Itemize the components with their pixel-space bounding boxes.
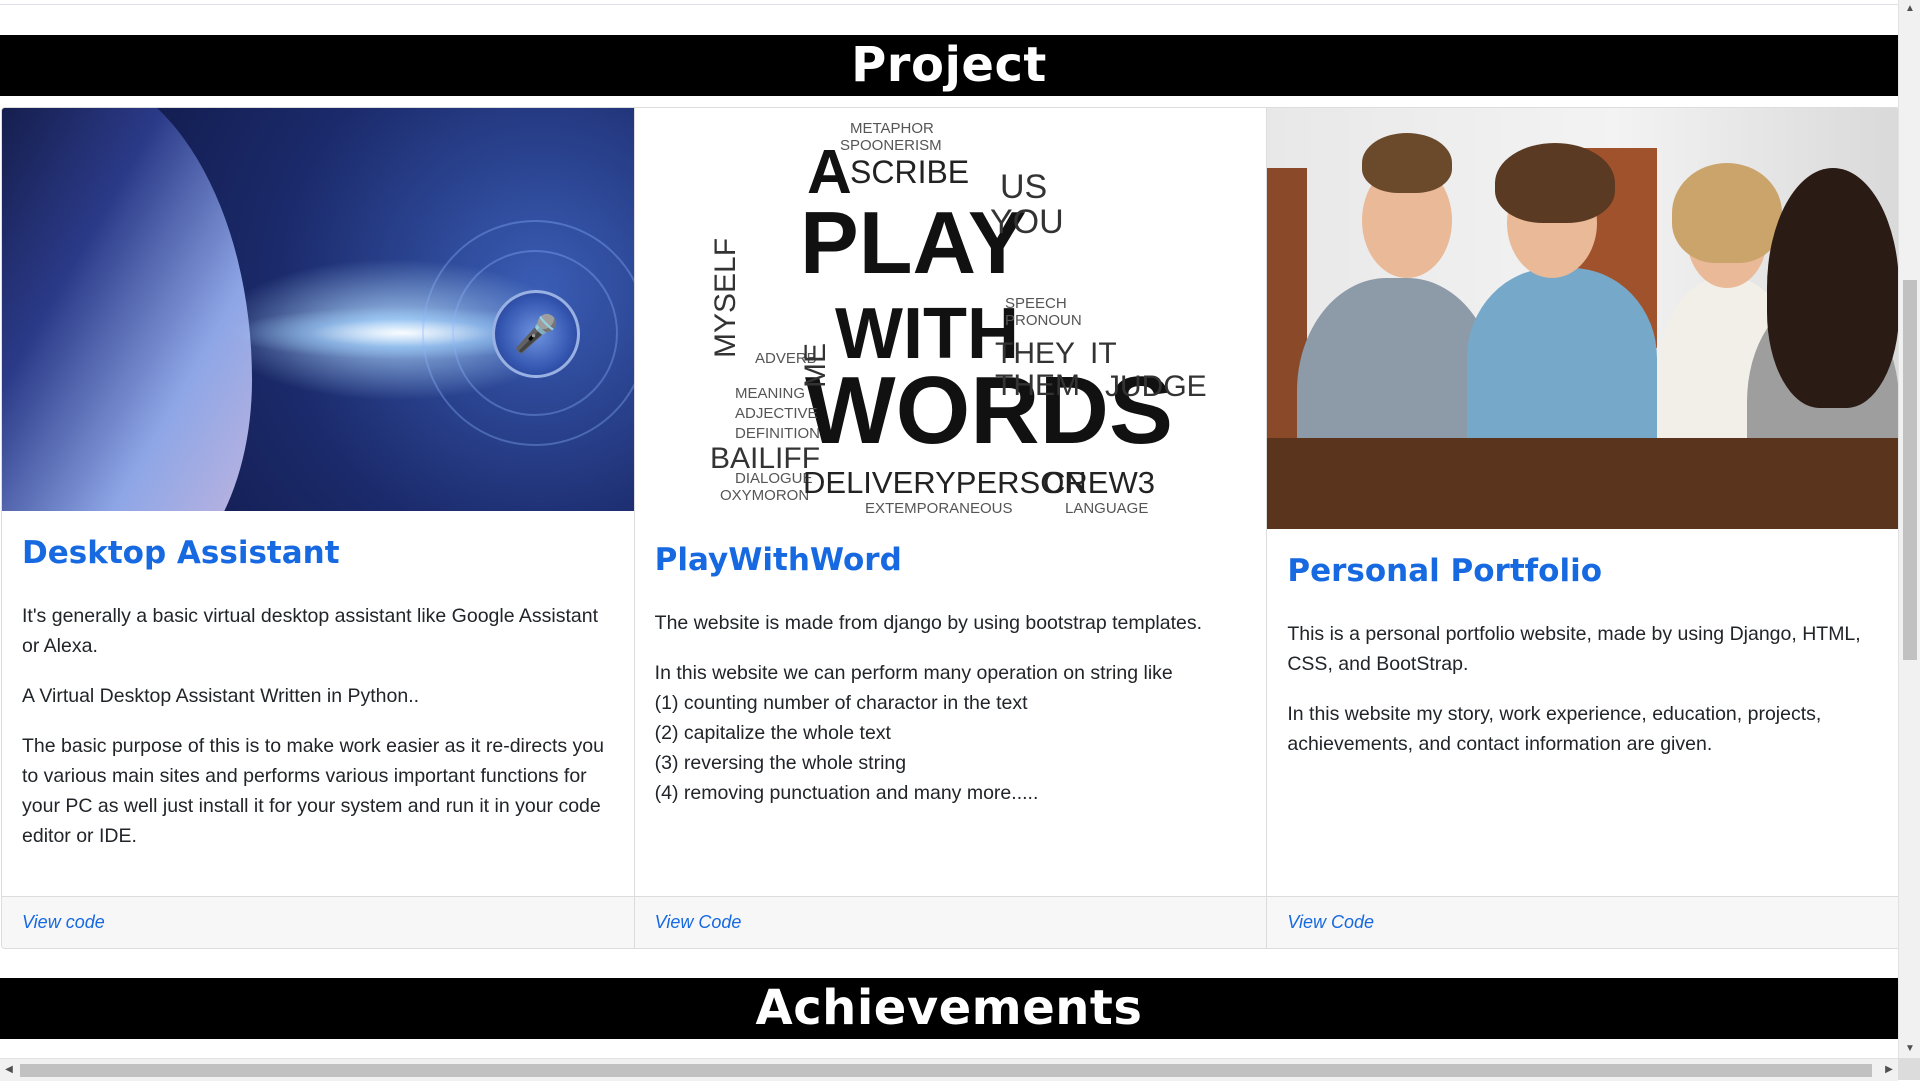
card-paragraph: This is a personal portfolio website, ma… [1287,623,1861,675]
word-cloud-image: METAPHOR SPOONERISM SCRIBE A PLAY WITH W… [634,108,1267,518]
horizontal-scrollbar[interactable]: ◀ ▶ [0,1058,1898,1081]
word-small: SPOONERISM [840,137,942,154]
word-medium: SCRIBE [850,154,969,190]
card-footer: View Code [1267,896,1898,948]
word-small: EXTEMPORANEOUS [865,500,1013,517]
scroll-up-arrow-icon[interactable]: ▲ [1899,0,1920,18]
top-divider [0,0,1898,5]
card-footer: View code [2,896,634,948]
word-medium: US [1000,168,1047,206]
word-medium: YOU [990,203,1064,241]
word-medium: JUDGE [1105,370,1207,403]
card-line: (3) reversing the whole string [654,752,907,774]
card-body: Desktop Assistant It's generally a basic… [2,511,634,896]
project-card-group: 🎤 Desktop Assistant It's generally a bas… [1,107,1898,949]
card-text: The website is made from django by using… [655,608,1247,808]
person-2-hair [1495,143,1616,223]
card-line: (4) removing punctuation and many more..… [654,782,1039,804]
card-title: PlayWithWord [654,542,902,578]
card-paragraph: In this website my story, work experienc… [1287,703,1822,755]
project-card-playwithword: METAPHOR SPOONERISM SCRIBE A PLAY WITH W… [634,108,1268,948]
project-card-desktop-assistant: 🎤 Desktop Assistant It's generally a bas… [2,108,635,948]
view-code-link[interactable]: View Code [655,912,742,933]
project-card-personal-portfolio: Personal Portfolio This is a personal po… [1267,108,1898,948]
word-small: ADJECTIVE [735,405,818,422]
person-4-hair [1767,168,1898,408]
word-small: OXYMORON [720,487,809,504]
view-code-link[interactable]: View code [22,912,105,933]
card-paragraph: The website is made from django by using… [654,612,1203,634]
word-small: LANGUAGE [1065,500,1148,517]
word-small: DIALOGUE [735,470,813,487]
card-paragraph: The basic purpose of this is to make wor… [22,735,604,847]
word-medium: MYSELF [709,238,742,358]
card-text: It's generally a basic virtual desktop a… [22,601,614,851]
scroll-right-arrow-icon[interactable]: ▶ [1880,1059,1898,1081]
photo-table [1267,438,1898,529]
card-line: (1) counting number of charactor in the … [654,692,1028,714]
word-small: MEANING [735,385,805,402]
word-medium: THEM [995,369,1080,402]
person-1-hair [1362,133,1453,193]
scroll-left-arrow-icon[interactable]: ◀ [0,1059,18,1081]
page: Project 🎤 Desktop Assistant It's general… [0,0,1898,1058]
view-code-link[interactable]: View Code [1287,912,1374,933]
card-paragraph-lines: In this website we can perform many oper… [655,658,1247,808]
word-small: DEFINITION [735,425,820,442]
word-small: PRONOUN [1005,312,1082,329]
project-section-title: Project [0,35,1898,96]
card-body: Personal Portfolio This is a personal po… [1267,529,1898,896]
scrollbar-corner [1898,1058,1920,1080]
card-title: Personal Portfolio [1287,553,1602,589]
card-line: In this website we can perform many oper… [654,662,1173,684]
vertical-scroll-thumb[interactable] [1903,280,1917,660]
word-medium: THEY [995,337,1075,370]
team-photo-image [1267,108,1898,529]
scroll-down-arrow-icon[interactable]: ▼ [1899,1040,1920,1058]
person-3-hair [1672,163,1783,263]
card-title: Desktop Assistant [22,535,340,571]
word-medium: ME [799,343,832,388]
horizontal-scroll-thumb[interactable] [20,1064,1872,1077]
voice-assistant-image: 🎤 [2,108,634,511]
card-footer: View Code [634,896,1267,948]
word-medium: CREW3 [1043,465,1155,500]
vertical-scrollbar[interactable]: ▲ ▼ [1898,0,1920,1058]
card-body: PlayWithWord The website is made from dj… [635,518,1267,896]
card-paragraph: A Virtual Desktop Assistant Written in P… [22,685,420,707]
card-line: (2) capitalize the whole text [654,722,891,744]
word-small: METAPHOR [850,120,934,137]
achievements-section-title: Achievements [0,978,1898,1039]
word-small: SPEECH [1005,295,1067,312]
microphone-icon: 🎤 [492,290,580,378]
word-cloud-graphic: METAPHOR SPOONERISM SCRIBE A PLAY WITH W… [709,120,1207,517]
card-paragraph: It's generally a basic virtual desktop a… [22,605,599,657]
word-medium: IT [1090,337,1117,370]
card-text: This is a personal portfolio website, ma… [1287,619,1879,759]
